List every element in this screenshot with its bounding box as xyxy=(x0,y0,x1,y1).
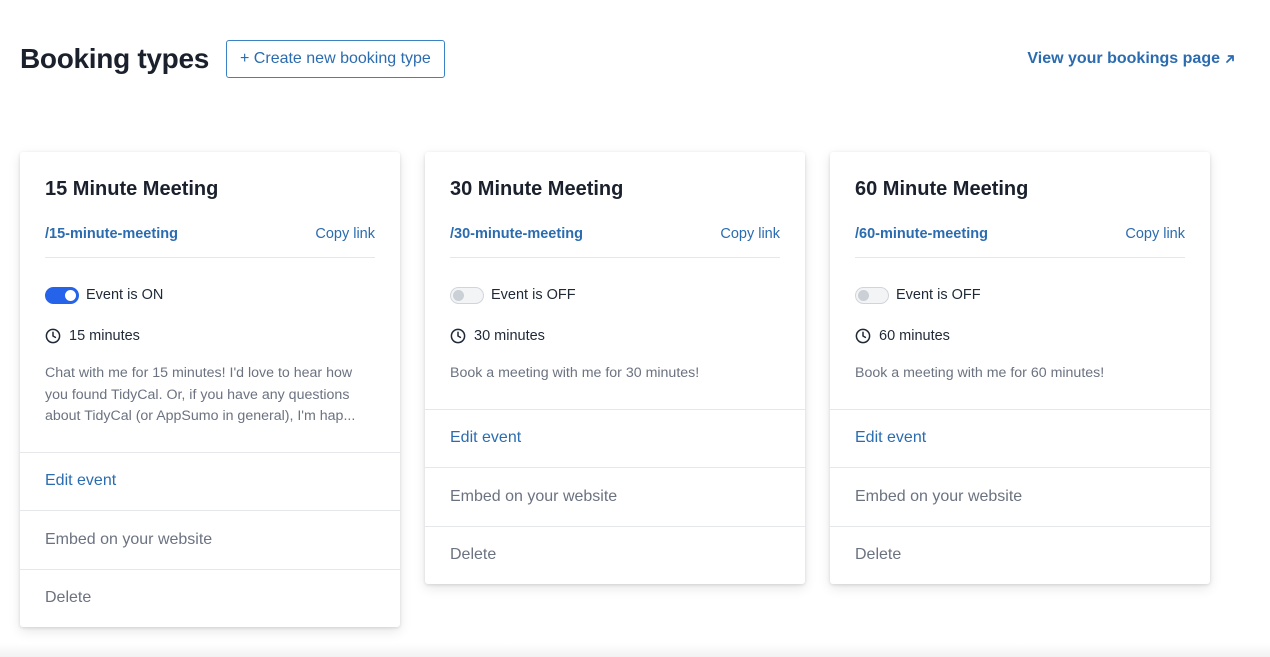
copy-link-button[interactable]: Copy link xyxy=(315,226,375,242)
card-link-row: /15-minute-meeting Copy link xyxy=(45,218,375,258)
clock-icon xyxy=(45,328,61,344)
edit-event-button[interactable]: Edit event xyxy=(425,408,805,468)
event-description: Book a meeting with me for 30 minutes! xyxy=(450,365,700,381)
booking-slug-link[interactable]: /30-minute-meeting xyxy=(450,226,583,242)
event-status-text: Event is ON xyxy=(86,287,164,303)
create-booking-type-button[interactable]: + Create new booking type xyxy=(226,40,445,78)
clock-icon xyxy=(450,328,466,344)
event-toggle[interactable] xyxy=(855,286,889,304)
duration-row: 30 minutes xyxy=(450,324,780,348)
bottom-shadow-divider xyxy=(0,643,1270,657)
booking-card-60-minute: 60 Minute Meeting /60-minute-meeting Cop… xyxy=(830,152,1210,584)
card-title: 15 Minute Meeting xyxy=(45,178,219,200)
event-status-text: Event is OFF xyxy=(491,287,576,303)
copy-link-button[interactable]: Copy link xyxy=(720,226,780,242)
clock-icon xyxy=(855,328,871,344)
event-status-text: Event is OFF xyxy=(896,287,981,303)
toggle-knob xyxy=(858,289,869,301)
copy-link-button[interactable]: Copy link xyxy=(1125,226,1185,242)
event-status-row: Event is OFF xyxy=(450,283,780,307)
duration-text: 60 minutes xyxy=(879,328,950,344)
embed-website-button[interactable]: Embed on your website xyxy=(830,467,1210,526)
toggle-knob xyxy=(65,289,76,301)
booking-slug-link[interactable]: /15-minute-meeting xyxy=(45,226,178,242)
view-bookings-page-link[interactable]: View your bookings page xyxy=(1027,50,1236,68)
booking-types-page: Booking types + Create new booking type … xyxy=(0,0,1270,657)
event-toggle[interactable] xyxy=(45,286,79,304)
card-title: 30 Minute Meeting xyxy=(450,178,624,200)
page-title: Booking types xyxy=(20,43,210,74)
edit-event-button[interactable]: Edit event xyxy=(20,451,400,511)
toggle-knob xyxy=(453,289,464,301)
duration-text: 15 minutes xyxy=(69,328,140,344)
edit-event-button[interactable]: Edit event xyxy=(830,408,1210,468)
event-status-row: Event is OFF xyxy=(855,283,1185,307)
external-arrow-icon xyxy=(1226,55,1234,63)
event-description: Chat with me for 15 minutes! I'd love to… xyxy=(45,365,356,424)
booking-card-30-minute: 30 Minute Meeting /30-minute-meeting Cop… xyxy=(425,152,805,584)
booking-slug-link[interactable]: /60-minute-meeting xyxy=(855,226,988,242)
delete-button[interactable]: Delete xyxy=(830,525,1210,585)
card-title: 60 Minute Meeting xyxy=(855,178,1029,200)
booking-card-15-minute: 15 Minute Meeting /15-minute-meeting Cop… xyxy=(20,152,400,627)
duration-row: 15 minutes xyxy=(45,324,375,348)
card-link-row: /30-minute-meeting Copy link xyxy=(450,218,780,258)
embed-website-button[interactable]: Embed on your website xyxy=(20,510,400,569)
page-header: Booking types + Create new booking type … xyxy=(20,40,1236,78)
duration-text: 30 minutes xyxy=(474,328,545,344)
event-description: Book a meeting with me for 60 minutes! xyxy=(855,365,1105,381)
delete-button[interactable]: Delete xyxy=(425,525,805,585)
event-status-row: Event is ON xyxy=(45,283,375,307)
delete-button[interactable]: Delete xyxy=(20,568,400,628)
embed-website-button[interactable]: Embed on your website xyxy=(425,467,805,526)
view-bookings-page-label: View your bookings page xyxy=(1027,50,1220,67)
event-toggle[interactable] xyxy=(450,286,484,304)
duration-row: 60 minutes xyxy=(855,324,1185,348)
card-link-row: /60-minute-meeting Copy link xyxy=(855,218,1185,258)
